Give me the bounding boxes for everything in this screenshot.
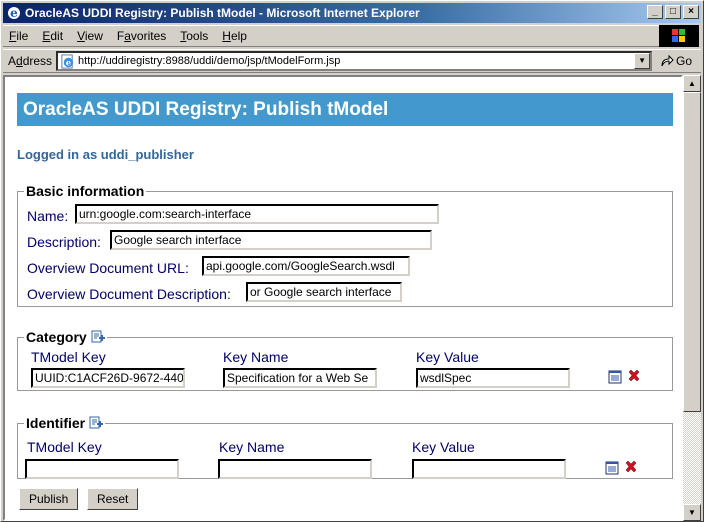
add-identifier-icon[interactable] [89, 416, 104, 430]
identifier-key-value-label: Key Value [412, 439, 475, 455]
identifier-key-name-input[interactable] [218, 459, 372, 479]
category-tmodel-key-input[interactable]: UUID:C1ACF26D-9672-440 [31, 368, 185, 388]
overview-description-input[interactable]: or Google search interface [246, 282, 402, 302]
browser-window: e OracleAS UDDI Registry: Publish tModel… [0, 0, 704, 522]
category-legend: Category [24, 329, 107, 345]
minimize-button[interactable]: _ [647, 5, 663, 19]
menu-edit[interactable]: Edit [42, 29, 63, 43]
identifier-key-value-input[interactable] [412, 459, 566, 479]
description-label: Description: [27, 234, 101, 250]
basic-information-legend: Basic information [26, 183, 145, 199]
logged-in-status: Logged in as uddi_publisher [17, 147, 194, 162]
menu-help[interactable]: Help [222, 29, 247, 43]
svg-text:e: e [66, 58, 71, 68]
scroll-up-button[interactable]: ▲ [683, 75, 701, 92]
name-input[interactable]: urn:google.com:search-interface [75, 204, 439, 224]
overview-url-label: Overview Document URL: [27, 260, 189, 276]
go-button[interactable]: Go [660, 54, 692, 68]
category-tmodel-key-label: TModel Key [31, 349, 106, 365]
window-title: OracleAS UDDI Registry: Publish tModel -… [25, 6, 420, 20]
add-category-icon[interactable] [91, 330, 105, 344]
vertical-scrollbar[interactable]: ▲ ▼ [683, 75, 701, 521]
identifier-details-icon[interactable] [605, 461, 619, 475]
category-key-name-input[interactable]: Specification for a Web Se [223, 368, 377, 388]
identifier-delete-icon[interactable] [624, 460, 638, 474]
scroll-down-button[interactable]: ▼ [683, 504, 701, 521]
menu-view[interactable]: View [77, 29, 103, 43]
description-input[interactable]: Google search interface [110, 230, 432, 250]
page-content: OracleAS UDDI Registry: Publish tModel L… [3, 75, 683, 521]
title-bar: e OracleAS UDDI Registry: Publish tModel… [3, 3, 701, 23]
category-key-value-label: Key Value [416, 349, 479, 365]
address-bar: Address e http://uddiregistry:8988/uddi/… [3, 49, 701, 73]
address-label: Address [8, 54, 53, 68]
page-title: OracleAS UDDI Registry: Publish tModel [17, 93, 673, 126]
overview-description-label: Overview Document Description: [27, 286, 231, 302]
address-dropdown-button[interactable]: ▼ [634, 53, 651, 69]
identifier-key-name-label: Key Name [219, 439, 285, 455]
menu-favorites[interactable]: Favorites [117, 29, 166, 43]
address-url: http://uddiregistry:8988/uddi/demo/jsp/t… [78, 55, 341, 67]
identifier-tmodel-key-label: TModel Key [27, 439, 102, 455]
svg-text:e: e [10, 6, 18, 20]
menu-tools[interactable]: Tools [180, 29, 208, 43]
category-delete-icon[interactable] [627, 369, 641, 383]
name-label: Name: [27, 208, 69, 224]
maximize-button[interactable]: □ [665, 5, 681, 19]
address-input[interactable]: e http://uddiregistry:8988/uddi/demo/jsp… [56, 51, 653, 71]
scroll-thumb[interactable] [683, 92, 701, 412]
category-key-value-input[interactable]: wsdlSpec [416, 368, 570, 388]
category-details-icon[interactable] [608, 370, 622, 384]
publish-button[interactable]: Publish [19, 488, 79, 510]
menu-file[interactable]: File [9, 29, 28, 43]
identifier-tmodel-key-input[interactable] [25, 459, 179, 479]
reset-button[interactable]: Reset [87, 488, 139, 510]
go-arrow-icon [661, 54, 674, 67]
category-key-name-label: Key Name [223, 349, 289, 365]
page-icon: e [61, 54, 74, 69]
windows-logo-icon [659, 25, 699, 47]
ie-logo-icon: e [8, 6, 20, 20]
overview-url-input[interactable]: api.google.com/GoogleSearch.wsdl [202, 256, 410, 276]
menu-bar: File Edit View Favorites Tools Help [3, 25, 659, 47]
identifier-legend: Identifier [24, 415, 105, 431]
close-button[interactable]: × [683, 5, 699, 19]
